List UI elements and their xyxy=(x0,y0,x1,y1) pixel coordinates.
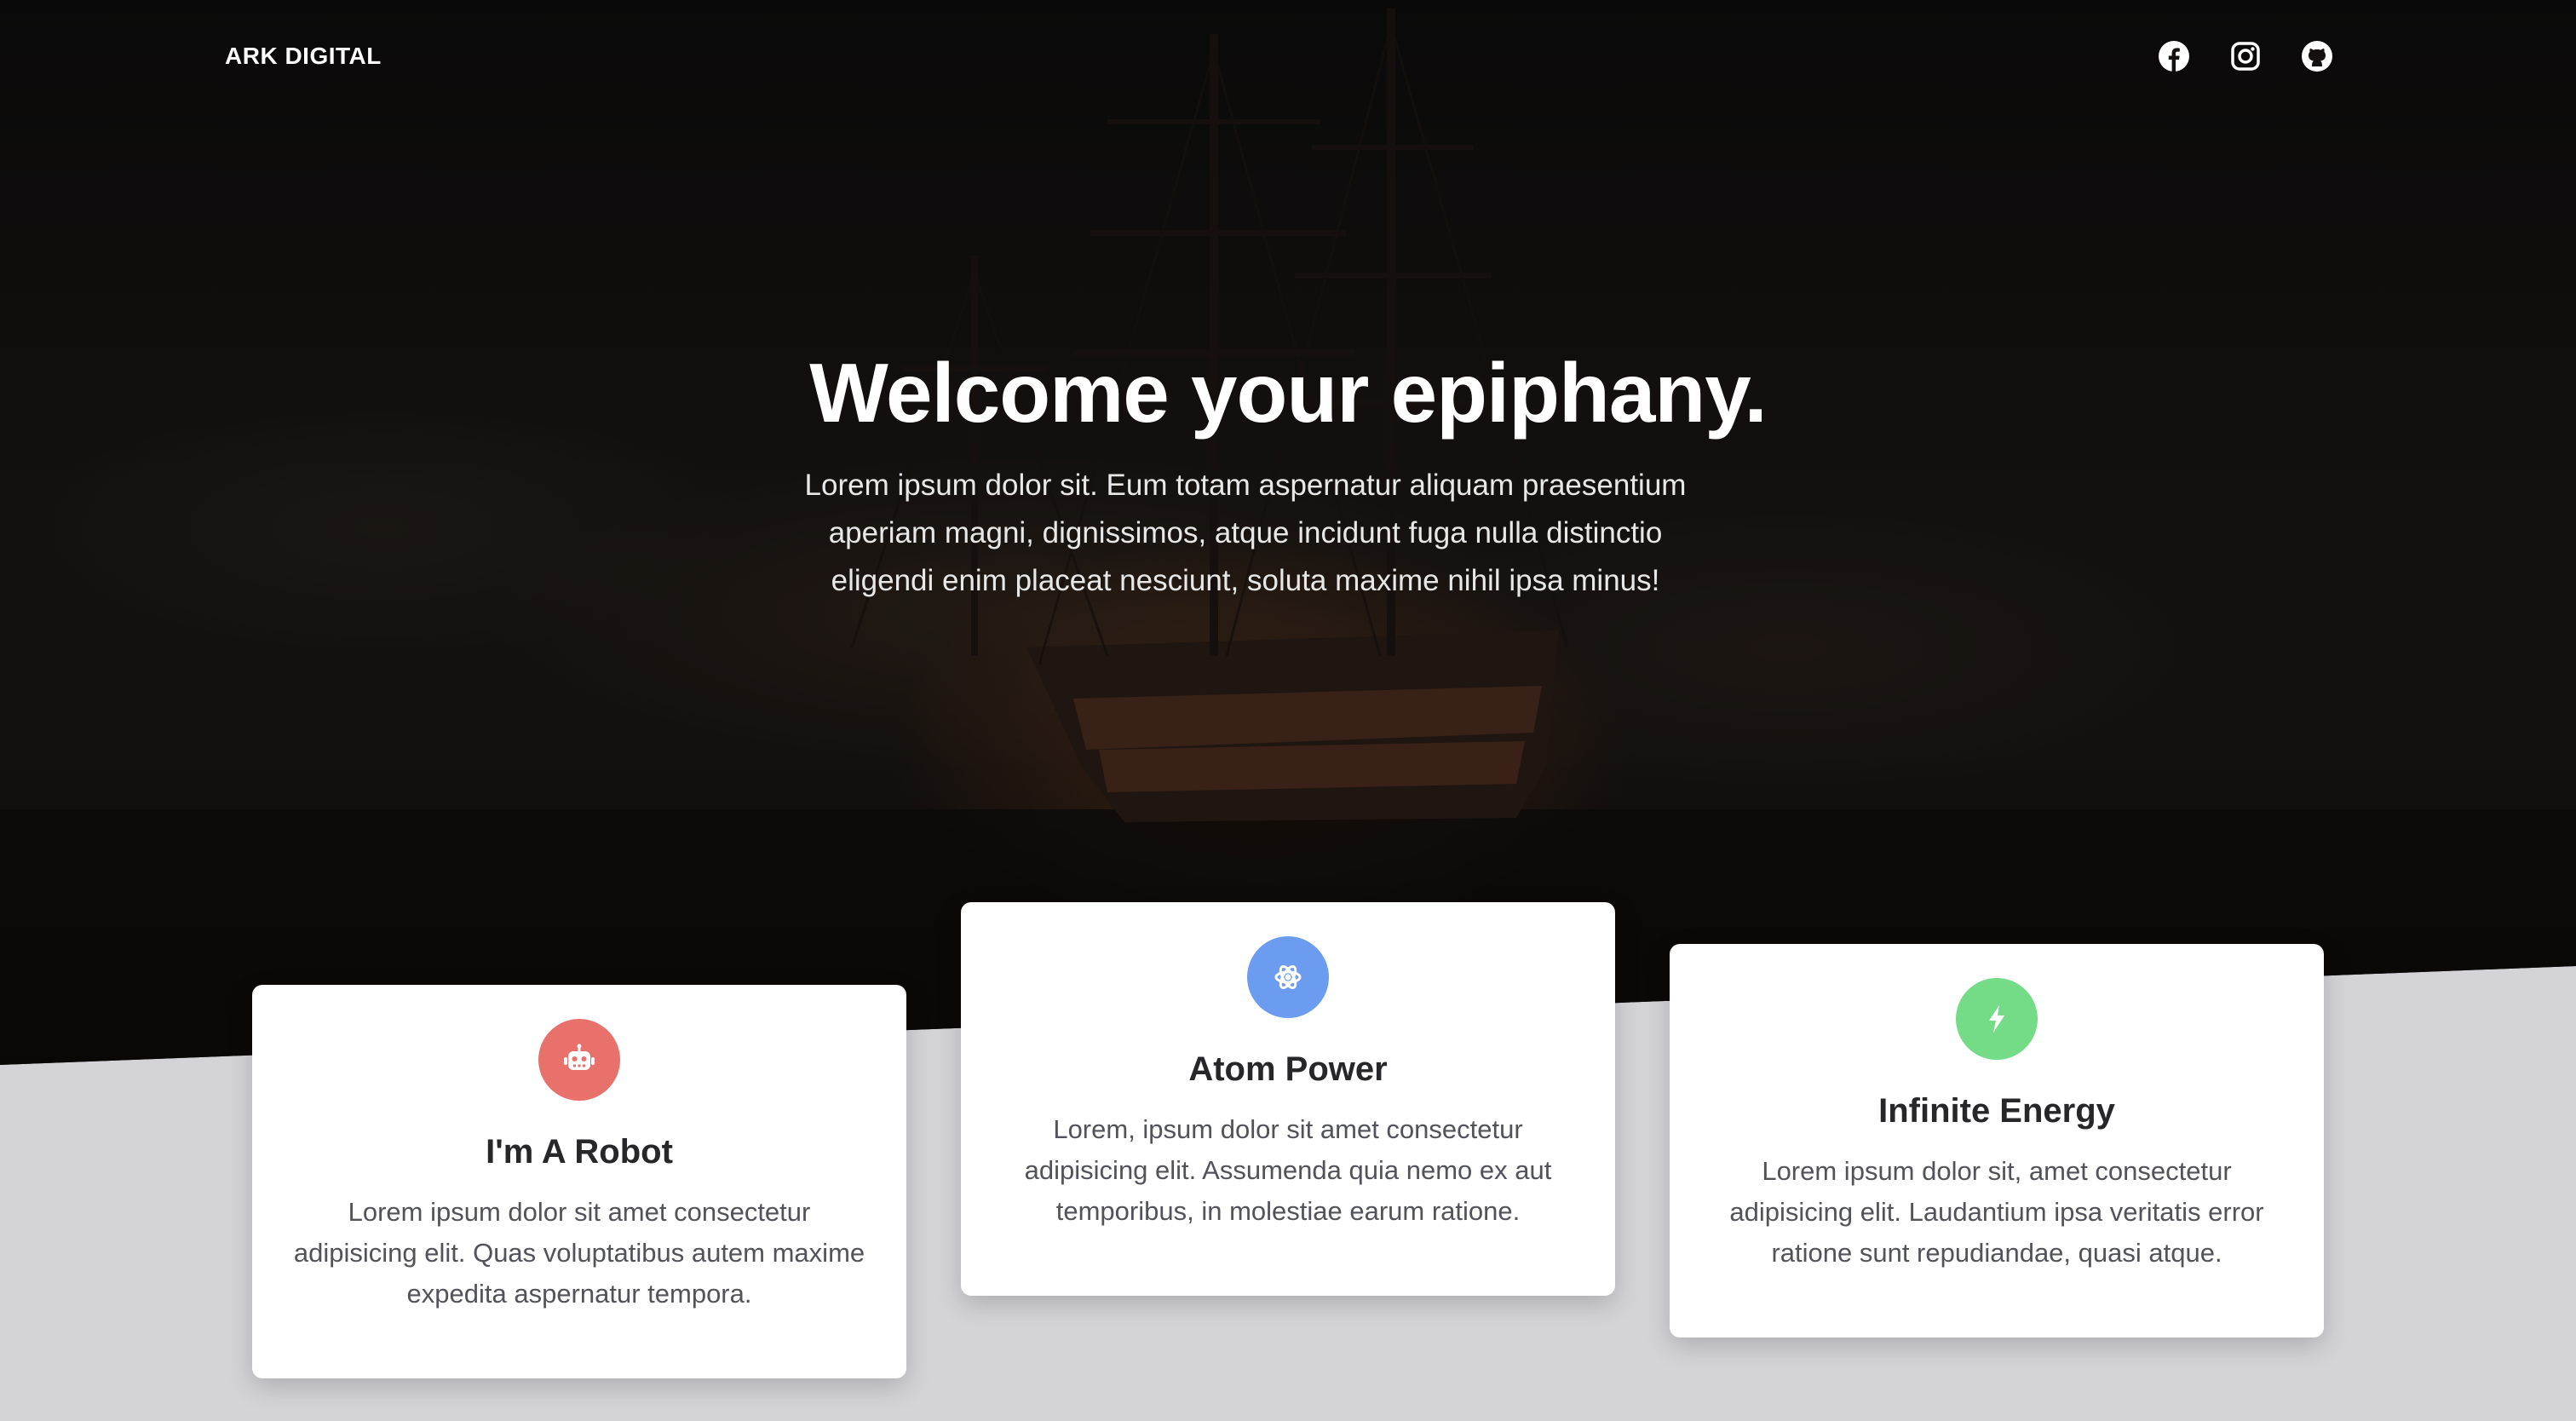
facebook-icon[interactable] xyxy=(2157,39,2191,73)
card-title: I'm A Robot xyxy=(486,1133,673,1171)
social-links xyxy=(2157,39,2334,73)
bolt-icon xyxy=(1956,978,2038,1060)
feature-card-robot: I'm A Robot Lorem ipsum dolor sit amet c… xyxy=(252,985,906,1378)
feature-card-energy: Infinite Energy Lorem ipsum dolor sit, a… xyxy=(1670,944,2324,1338)
brand-logo[interactable]: ARK DIGITAL xyxy=(225,43,382,70)
feature-card-atom: Atom Power Lorem, ipsum dolor sit amet c… xyxy=(961,902,1615,1296)
hero-description: Lorem ipsum dolor sit. Eum totam asperna… xyxy=(804,469,1687,597)
atom-icon xyxy=(1247,936,1329,1018)
github-icon[interactable] xyxy=(2300,39,2334,73)
robot-icon xyxy=(538,1019,620,1101)
card-description: Lorem ipsum dolor sit, amet consectetur … xyxy=(1729,1156,2264,1268)
hero-title: Welcome your epiphany. xyxy=(809,346,1767,440)
card-title: Infinite Energy xyxy=(1878,1092,2115,1130)
card-description: Lorem ipsum dolor sit amet consectetur a… xyxy=(293,1197,865,1309)
card-description: Lorem, ipsum dolor sit amet consectetur … xyxy=(1024,1114,1552,1226)
instagram-icon[interactable] xyxy=(2228,39,2263,73)
page: ARK DIGITAL Welcome your epiphany. Lorem… xyxy=(0,0,2576,1421)
card-title: Atom Power xyxy=(1188,1050,1388,1088)
